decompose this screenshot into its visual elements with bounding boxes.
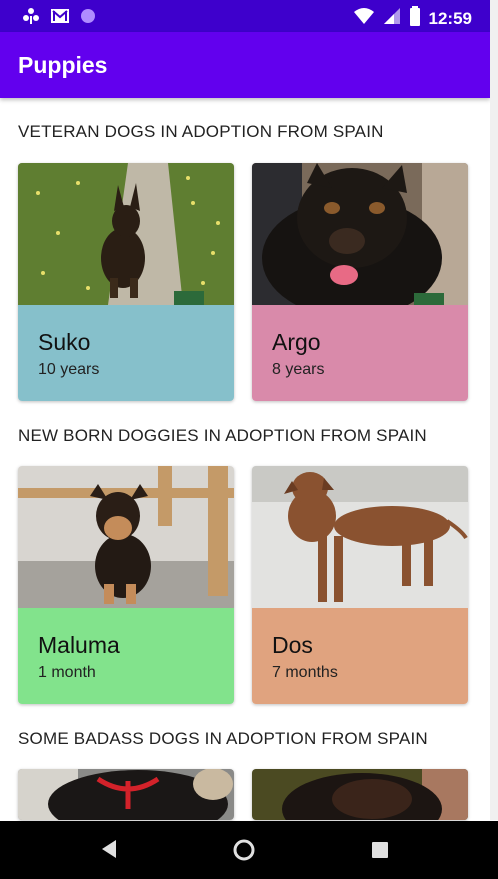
dog-photo: [252, 466, 468, 608]
dog-photo: [18, 163, 234, 305]
dog-photo: [18, 466, 234, 608]
dot-icon: [80, 8, 96, 29]
wifi-icon: [353, 7, 375, 30]
scroll-edge: [490, 0, 498, 820]
dog-name: Suko: [38, 329, 91, 355]
dog-card-maluma[interactable]: Maluma 1 month: [18, 466, 234, 704]
dog-info: Suko 10 years: [18, 305, 234, 401]
section-title: NEW BORN DOGGIES IN ADOPTION FROM SPAIN: [18, 426, 427, 445]
dog-info: Maluma 1 month: [18, 608, 234, 704]
dog-info: Dos 7 months: [252, 608, 468, 704]
dog-age: 10 years: [38, 361, 100, 378]
app-bar: Puppies: [0, 32, 490, 98]
back-icon[interactable]: [100, 838, 118, 865]
signal-icon: [383, 7, 401, 30]
navigation-bar: [0, 821, 498, 879]
dog-name: Maluma: [38, 632, 120, 658]
dog-name: Argo: [272, 329, 321, 355]
battery-icon: [409, 6, 421, 31]
status-time: 12:59: [428, 8, 472, 28]
app-title: Puppies: [18, 52, 108, 78]
wind-icon: [22, 7, 40, 30]
dog-card-dos[interactable]: Dos 7 months: [252, 466, 468, 704]
dog-photo: [252, 769, 468, 820]
dog-age: 8 years: [272, 361, 325, 378]
dog-card[interactable]: [18, 769, 234, 820]
dog-card-argo[interactable]: Argo 8 years: [252, 163, 468, 401]
gmail-icon: [50, 8, 70, 29]
dog-age: 7 months: [272, 664, 338, 681]
recents-icon[interactable]: [371, 841, 389, 864]
dog-age: 1 month: [38, 664, 96, 681]
status-bar: 12:59: [0, 0, 490, 32]
dog-name: Dos: [272, 632, 313, 658]
dog-card[interactable]: [252, 769, 468, 820]
dog-info: Argo 8 years: [252, 305, 468, 401]
dog-photo: [18, 769, 234, 820]
home-icon[interactable]: [232, 838, 256, 867]
dog-card-suko[interactable]: Suko 10 years: [18, 163, 234, 401]
section-title: SOME BADASS DOGS IN ADOPTION FROM SPAIN: [18, 729, 428, 748]
dog-photo: [252, 163, 468, 305]
section-title: VETERAN DOGS IN ADOPTION FROM SPAIN: [18, 122, 384, 141]
